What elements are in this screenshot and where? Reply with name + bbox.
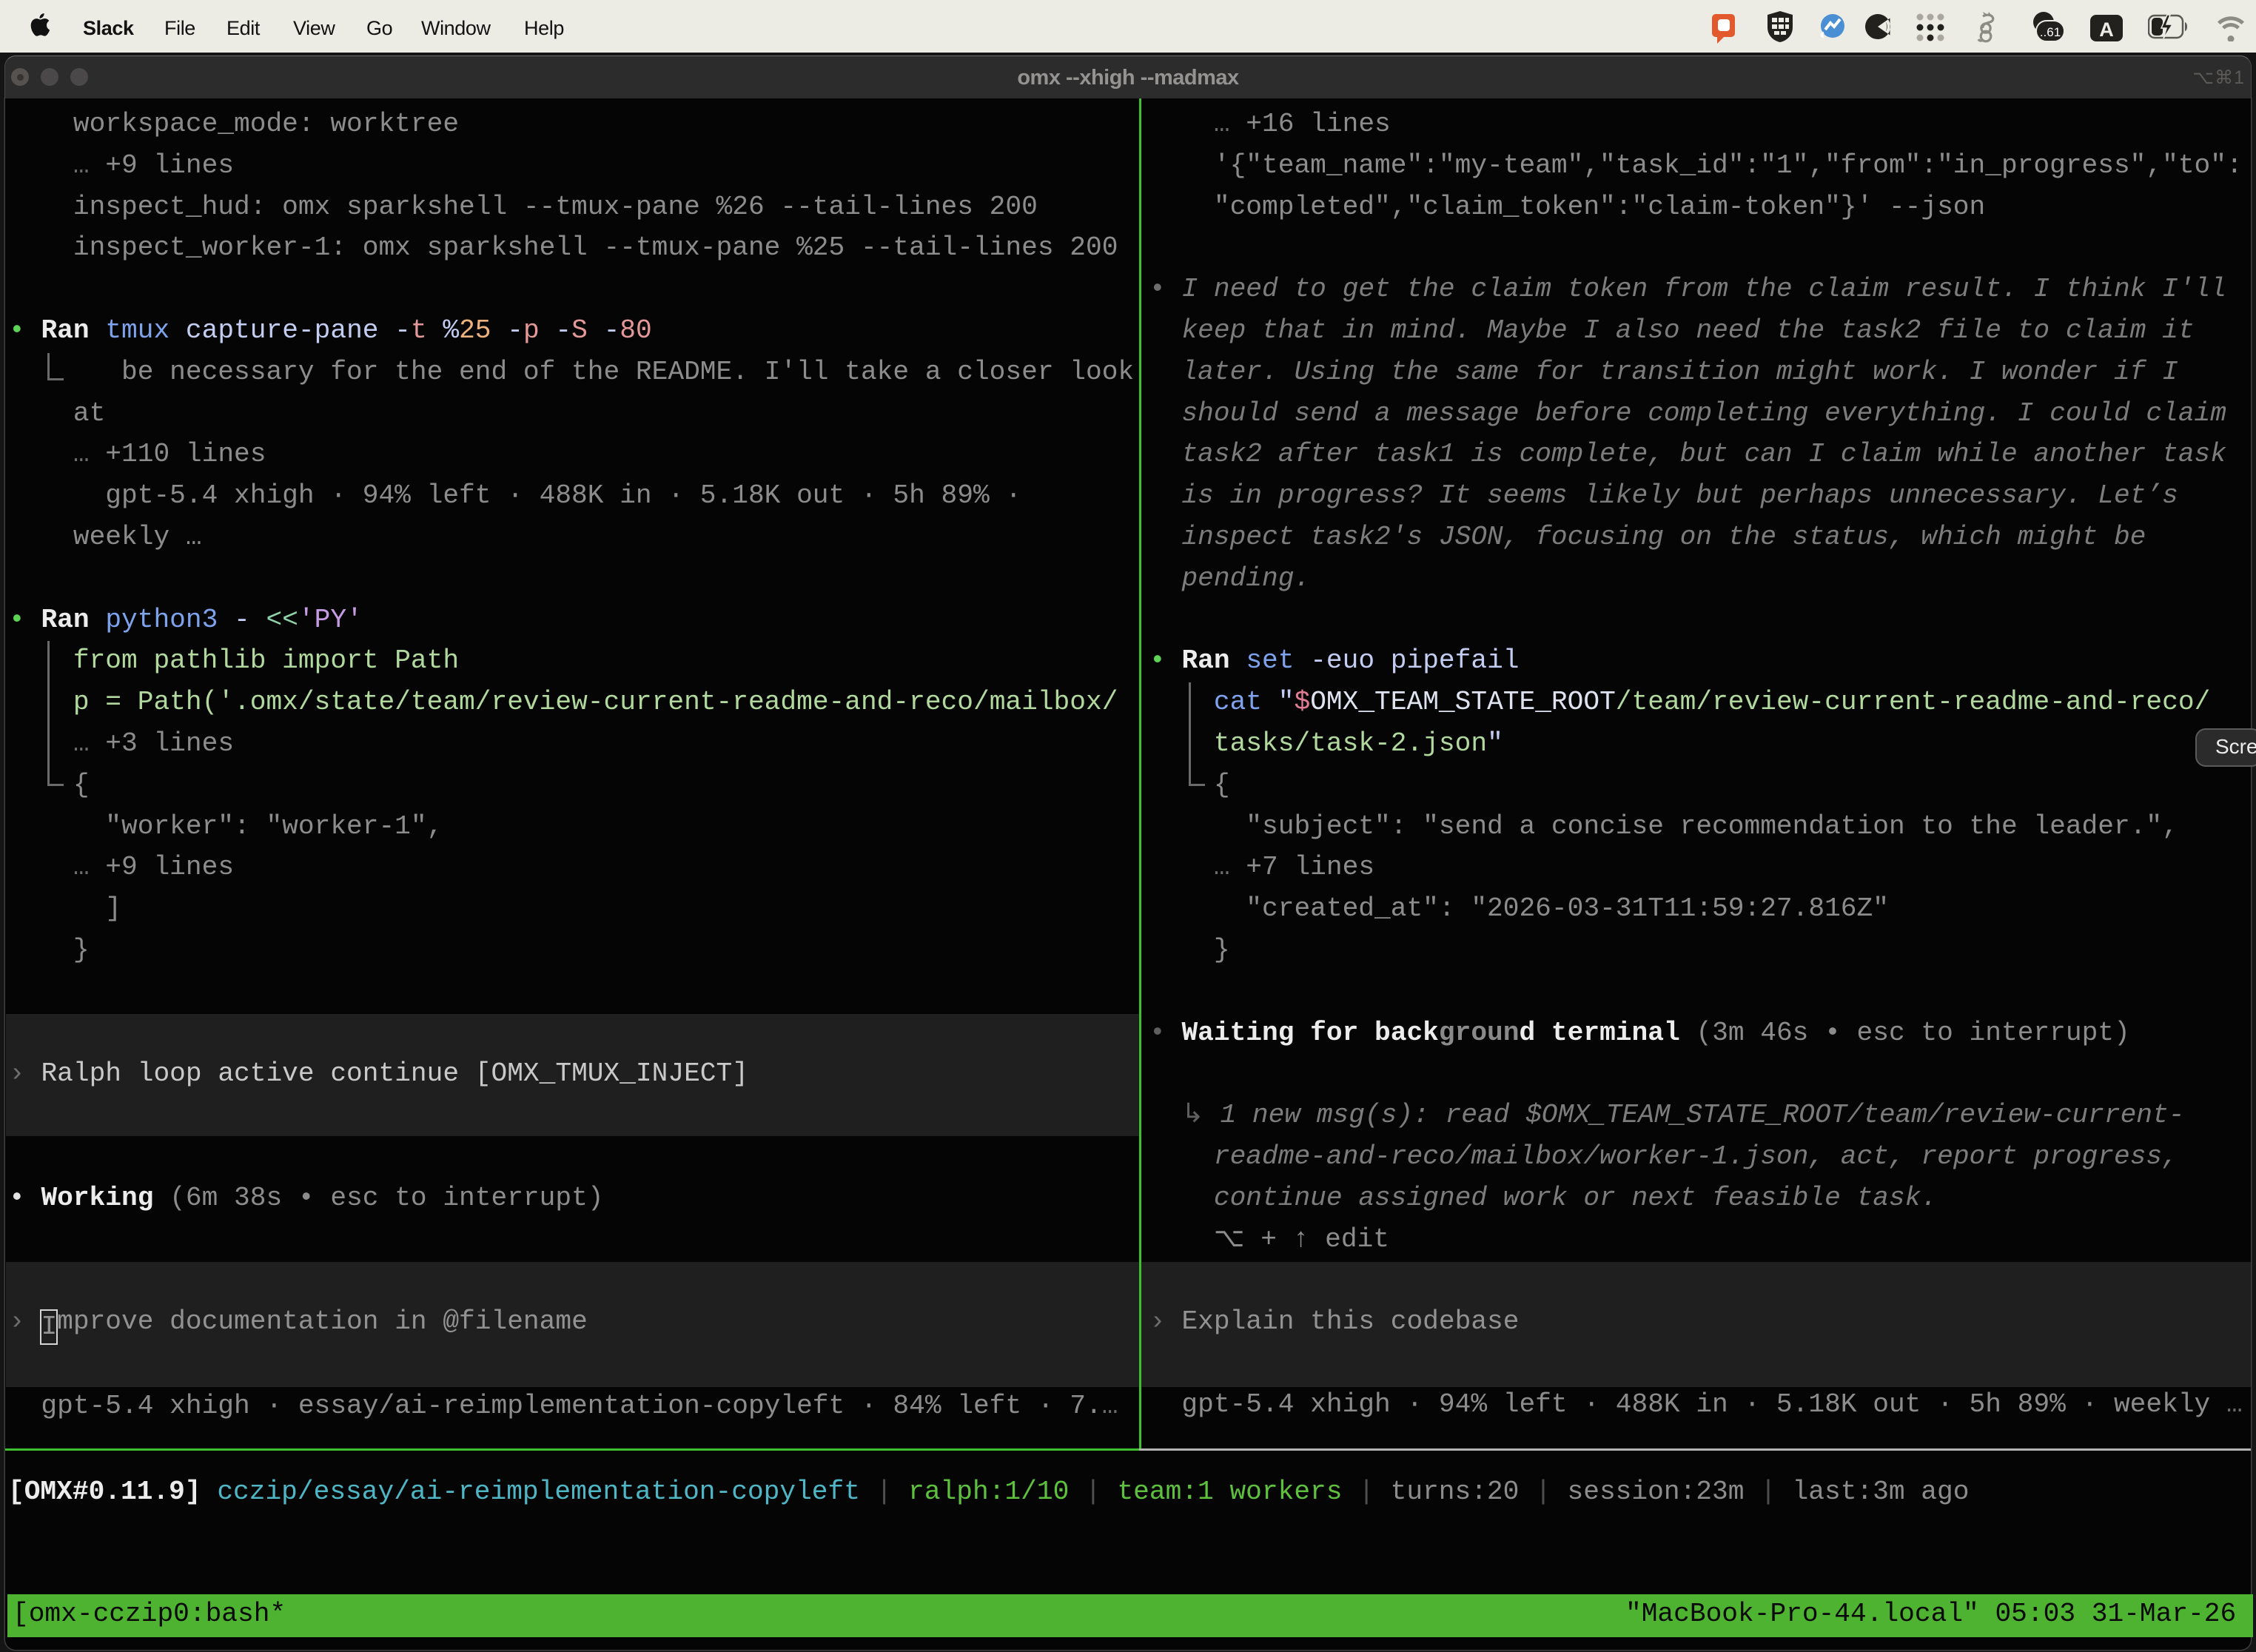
svg-text:A: A [2099,19,2114,41]
svg-text:..61: ..61 [2040,25,2061,39]
